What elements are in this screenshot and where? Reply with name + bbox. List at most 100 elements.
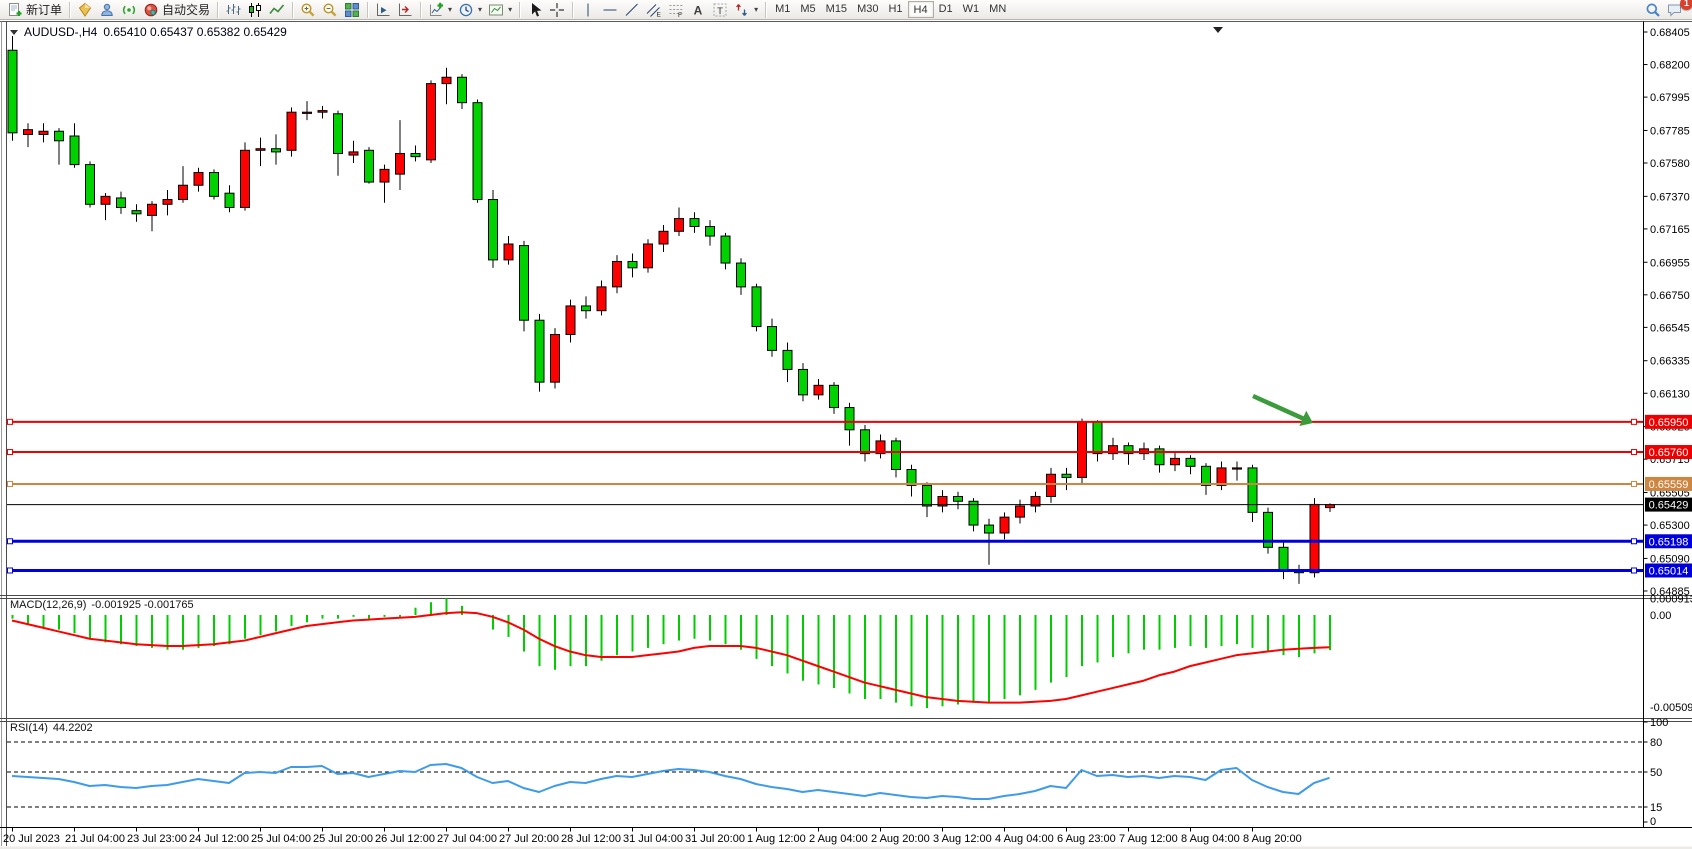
candle-body [814,385,823,395]
candle-body [659,231,668,244]
svg-text:A: A [694,3,703,17]
time-tick-label: 8 Aug 04:00 [1181,833,1240,845]
zoom-in-button[interactable] [297,1,319,19]
candle-body [427,84,436,160]
crosshair-button[interactable] [546,1,568,19]
channel-button[interactable]: E [643,1,665,19]
chevron-down-icon[interactable]: ▾ [754,5,758,14]
tile-windows-button[interactable] [341,1,363,19]
line-handle[interactable] [8,539,13,544]
rsi-axis-label: 100 [1650,717,1668,729]
timeframe-button-mn[interactable]: MN [984,1,1011,18]
toolbar-separator [292,2,293,18]
community-icon [99,2,115,18]
candle-body [675,219,684,232]
indicators-button[interactable]: ▾ [425,1,455,19]
community-button[interactable] [96,1,118,19]
svg-text:F: F [678,12,682,18]
autotrading-button[interactable]: 自动交易 [140,1,213,19]
editor-button[interactable] [74,1,96,19]
toolbar-group [220,0,290,20]
line-handle[interactable] [8,450,13,455]
toolbar-separator [69,2,70,18]
search-button[interactable] [1642,1,1664,19]
chevron-down-icon[interactable]: ▾ [448,5,452,14]
candle-body [1171,458,1180,464]
timeframe-button-m30[interactable]: M30 [852,1,883,18]
signals-button[interactable] [118,1,140,19]
macd-axis-label: 0.00 [1650,610,1671,622]
line-handle[interactable] [8,419,13,424]
chart-window[interactable]: 0.684050.682000.679950.677850.675800.673… [0,20,1692,849]
timeframe-button-m15[interactable]: M15 [821,1,852,18]
text-button[interactable]: A [687,1,709,19]
line-handle[interactable] [1632,481,1637,486]
templates-button[interactable]: ▾ [485,1,515,19]
time-tick-label: 20 Jul 2023 [3,833,60,845]
zoom-in-icon [300,2,316,18]
cursor-button[interactable] [524,1,546,19]
fibonacci-button[interactable]: F [665,1,687,19]
timeframe-button-m1[interactable]: M1 [770,1,795,18]
price-tag-label: 0.65760 [1649,447,1689,459]
time-tick-label: 6 Aug 23:00 [1057,833,1116,845]
periods-button[interactable]: ▾ [455,1,485,19]
timeframe-button-w1[interactable]: W1 [958,1,985,18]
indicators-icon [428,2,444,18]
trendline-button[interactable] [621,1,643,19]
chevron-down-icon[interactable]: ▾ [508,5,512,14]
horizontal-line-button[interactable] [599,1,621,19]
chevron-down-icon[interactable]: ▾ [478,5,482,14]
time-tick-label: 24 Jul 12:00 [189,833,249,845]
text-label-button[interactable]: T [709,1,731,19]
line-handle[interactable] [1632,450,1637,455]
arrows-button[interactable]: ▾ [731,1,761,19]
candles-icon [247,2,263,18]
new-order-icon [7,2,23,18]
price-tag-label: 0.65014 [1649,565,1689,577]
candlestick-chart-button[interactable] [244,1,266,19]
line-handle[interactable] [1632,539,1637,544]
price-tick-label: 0.67165 [1650,224,1690,236]
toolbar-separator [367,2,368,18]
candle-body [210,173,219,197]
symbol-dropdown-icon[interactable] [10,30,18,35]
time-tick-label: 4 Aug 04:00 [995,833,1054,845]
zoom-out-button[interactable] [319,1,341,19]
timeframe-button-h4[interactable]: H4 [908,1,934,18]
notifications-button[interactable]: 1 [1664,1,1686,19]
new-order-button[interactable]: 新订单 [4,1,65,19]
search-icon [1645,2,1661,18]
time-tick-label: 28 Jul 12:00 [561,833,621,845]
vertical-line-button[interactable] [577,1,599,19]
candle-body [241,150,250,207]
editor-icon [77,2,93,18]
line-handle[interactable] [1632,419,1637,424]
chart-shift-button[interactable] [394,1,416,19]
timeframe-button-h1[interactable]: H1 [883,1,907,18]
vline-icon [580,2,596,18]
chart-canvas[interactable]: 0.684050.682000.679950.677850.675800.673… [0,20,1692,849]
auto-scroll-button[interactable] [372,1,394,19]
toolbar-separator [572,2,573,18]
candle-body [1186,458,1195,466]
crosshair-icon [549,2,565,18]
line-handle[interactable] [8,481,13,486]
candle-body [179,185,188,199]
timeframe-button-m5[interactable]: M5 [795,1,820,18]
price-tick-label: 0.67580 [1650,158,1690,170]
price-tick-label: 0.67370 [1650,191,1690,203]
line-handle[interactable] [1632,568,1637,573]
rsi-title: RSI(14) [10,722,48,734]
price-tick-label: 0.66130 [1650,388,1690,400]
candle-body [70,136,79,165]
rsi-axis-label: 0 [1650,816,1656,828]
chart-background[interactable] [0,20,1692,849]
linechart-icon [269,2,285,18]
bar-chart-button[interactable] [222,1,244,19]
candle-body [783,350,792,369]
timeframe-button-d1[interactable]: D1 [934,1,958,18]
line-chart-button[interactable] [266,1,288,19]
line-handle[interactable] [8,568,13,573]
toolbar-group [295,0,365,20]
